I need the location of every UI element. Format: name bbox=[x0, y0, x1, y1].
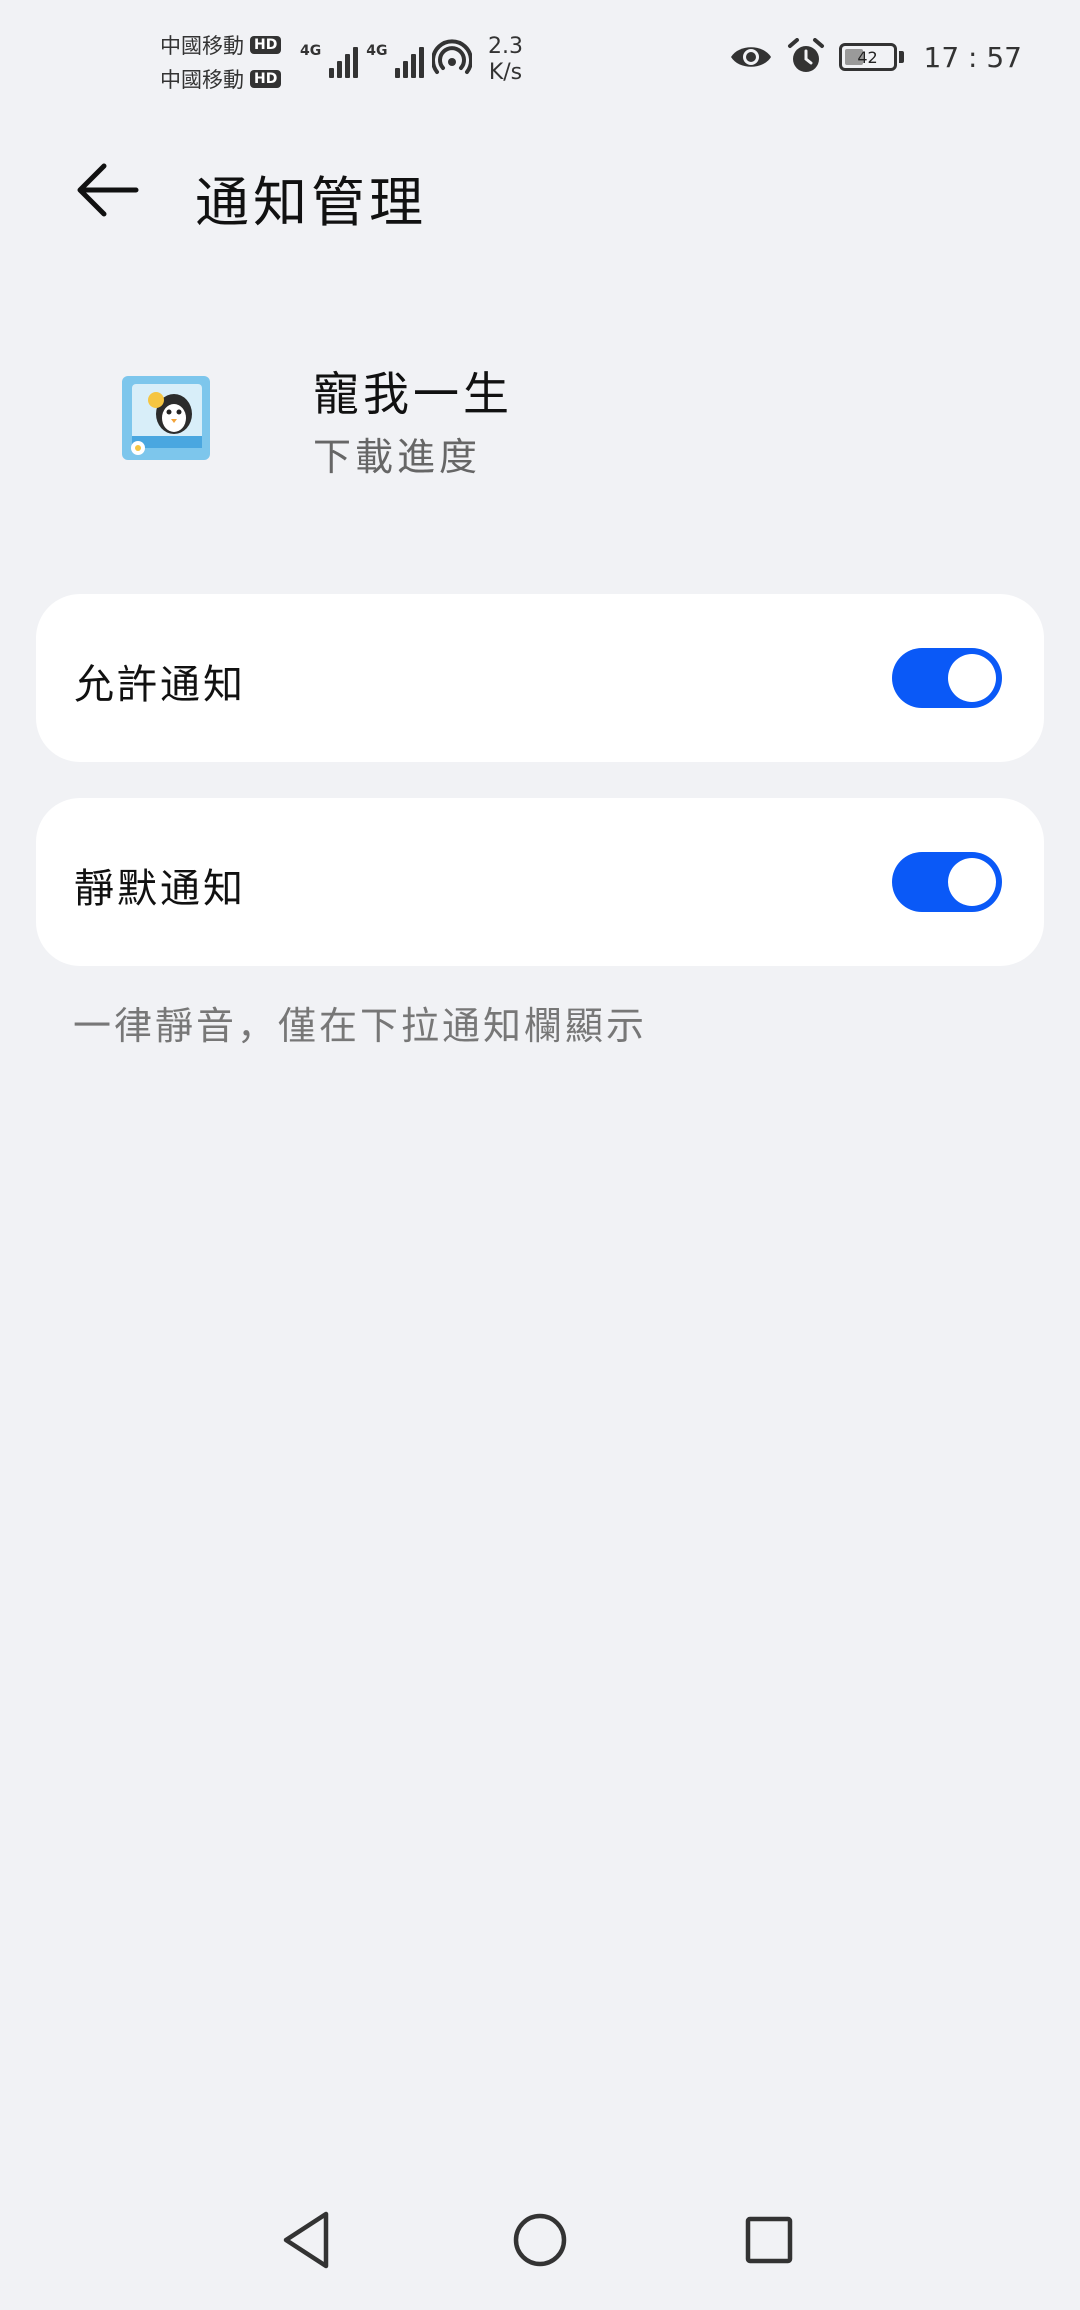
silent-notifications-card[interactable]: 靜默通知 bbox=[36, 798, 1044, 966]
battery-level: 42 bbox=[857, 47, 878, 67]
battery-icon: 42 bbox=[838, 43, 897, 71]
allow-notifications-card[interactable]: 允許通知 bbox=[36, 594, 1044, 762]
app-icon bbox=[122, 376, 210, 460]
eye-icon bbox=[730, 47, 771, 67]
hd-badge: HD bbox=[250, 36, 282, 54]
alarm-icon bbox=[787, 38, 824, 72]
square-recent-icon[interactable] bbox=[729, 2200, 809, 2280]
allow-notifications-label: 允許通知 bbox=[74, 662, 246, 708]
navigation-bar bbox=[0, 2170, 1080, 2310]
app-info: 寵我一生 下載進度 bbox=[0, 350, 1080, 500]
hotspot-icon bbox=[432, 39, 473, 74]
system-status: 42 17 : 57 bbox=[729, 38, 1023, 76]
signal-1-icon bbox=[329, 42, 359, 78]
carrier-2-label: 中國移動 bbox=[160, 68, 244, 92]
triangle-back-icon[interactable] bbox=[268, 2200, 348, 2280]
network-1-label: 4G bbox=[300, 43, 322, 59]
hd-badge: HD bbox=[250, 70, 282, 88]
header: 通知管理 bbox=[0, 140, 1080, 240]
clock: 17 : 57 bbox=[923, 40, 1023, 74]
arrow-left-icon[interactable] bbox=[70, 150, 150, 230]
status-bar: 中國移動 HD 中國移動 HD 4G 4G 2.3 K/s 42 17: 57 bbox=[0, 0, 1080, 120]
page-title: 通知管理 bbox=[195, 171, 427, 234]
network-speed: 2.3 K/s bbox=[488, 34, 523, 85]
circle-home-icon[interactable] bbox=[500, 2200, 580, 2280]
app-name: 寵我一生 bbox=[313, 367, 513, 421]
network-icons: 4G 4G bbox=[300, 38, 473, 78]
app-subtitle: 下載進度 bbox=[313, 435, 482, 479]
network-2-label: 4G bbox=[366, 43, 388, 59]
allow-notifications-toggle[interactable] bbox=[892, 648, 1002, 708]
carrier-1-label: 中國移動 bbox=[160, 34, 244, 58]
signal-2-icon bbox=[395, 42, 425, 78]
toggle-knob bbox=[948, 858, 996, 906]
silent-notifications-hint: 一律靜音，僅在下拉通知欄顯示 bbox=[73, 1004, 648, 1048]
silent-notifications-label: 靜默通知 bbox=[74, 866, 246, 912]
carrier-info: 中國移動 HD 中國移動 HD bbox=[160, 28, 282, 96]
silent-notifications-toggle[interactable] bbox=[892, 852, 1002, 912]
toggle-knob bbox=[948, 654, 996, 702]
